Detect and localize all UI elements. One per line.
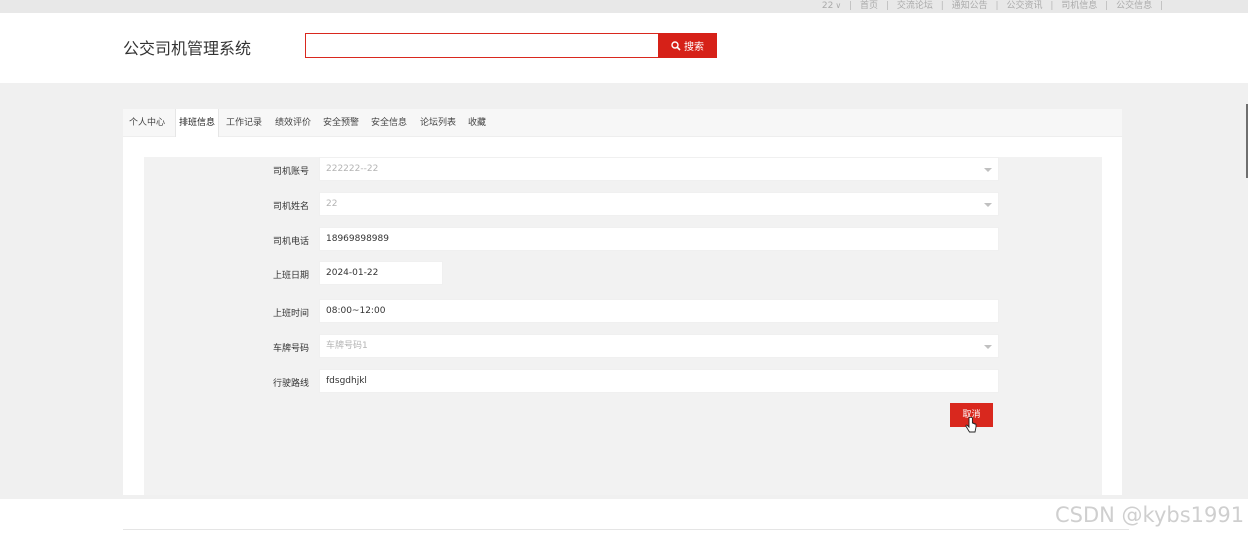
- hand-cursor-icon: [965, 417, 977, 433]
- driver-account-value: 222222--22: [326, 164, 379, 174]
- dropdown-arrow-icon: [984, 203, 992, 207]
- driver-name-label: 司机姓名: [272, 202, 309, 212]
- nav-link-home[interactable]: 首页: [860, 0, 878, 11]
- divider: |: [885, 1, 889, 11]
- tab-favorites[interactable]: 收藏: [468, 109, 486, 137]
- plate-number-select[interactable]: 车牌号码1: [319, 334, 999, 358]
- nav-link-bus-info[interactable]: 公交信息: [1116, 0, 1152, 11]
- route-label: 行驶路线: [272, 379, 309, 389]
- work-date-label: 上班日期: [272, 271, 309, 281]
- divider: |: [1050, 1, 1054, 11]
- tab-safety-info[interactable]: 安全信息: [371, 109, 407, 137]
- plate-number-value: 车牌号码1: [326, 341, 368, 351]
- tab-work-records[interactable]: 工作记录: [226, 109, 262, 137]
- schedule-form: 司机账号 222222--22 司机姓名 22 司机电话 18969898989…: [144, 157, 1102, 495]
- driver-name-select[interactable]: 22: [319, 192, 999, 216]
- search-button[interactable]: 搜索: [658, 33, 717, 58]
- divider: |: [940, 1, 944, 11]
- divider: [123, 529, 1129, 530]
- driver-name-value: 22: [326, 199, 338, 209]
- divider: |: [849, 1, 853, 11]
- plate-number-label: 车牌号码: [272, 344, 309, 354]
- top-links: 22 ∨ | 首页 | 交流论坛 | 通知公告 | 公交资讯 | 司机信息 | 公…: [822, 0, 1168, 11]
- work-date-input[interactable]: 2024-01-22: [319, 261, 443, 285]
- user-menu[interactable]: 22 ∨: [822, 1, 841, 11]
- watermark: CSDN @kybs1991: [1055, 503, 1245, 527]
- driver-account-label: 司机账号: [272, 167, 309, 177]
- tab-forum-list[interactable]: 论坛列表: [420, 109, 456, 137]
- divider: |: [995, 1, 999, 11]
- tab-performance[interactable]: 绩效评价: [275, 109, 311, 137]
- driver-account-select[interactable]: 222222--22: [319, 157, 999, 181]
- user-name: 22: [821, 1, 834, 11]
- divider: |: [1105, 1, 1109, 11]
- work-time-label: 上班时间: [272, 309, 309, 319]
- work-time-input[interactable]: 08:00~12:00: [319, 299, 999, 323]
- nav-link-news[interactable]: 公交资讯: [1006, 0, 1042, 11]
- route-input[interactable]: fdsgdhjkl: [319, 369, 999, 393]
- chevron-down-icon: ∨: [835, 1, 842, 10]
- tab-personal-center[interactable]: 个人中心: [129, 109, 165, 137]
- top-utility-bar: 22 ∨ | 首页 | 交流论坛 | 通知公告 | 公交资讯 | 司机信息 | 公…: [0, 0, 1248, 13]
- nav-link-notices[interactable]: 通知公告: [952, 0, 988, 11]
- site-title: 公交司机管理系统: [123, 39, 252, 58]
- header: 公交司机管理系统 搜索: [0, 13, 1248, 83]
- content-panel: 个人中心 排班信息 工作记录 绩效评价 安全预警 安全信息 论坛列表 收藏 司机…: [123, 109, 1122, 495]
- nav-link-drivers[interactable]: 司机信息: [1061, 0, 1097, 11]
- search-icon: [671, 40, 681, 51]
- divider: |: [1159, 1, 1163, 11]
- search-input[interactable]: [305, 33, 659, 58]
- driver-phone-input[interactable]: 18969898989: [319, 227, 999, 251]
- tab-schedule-info[interactable]: 排班信息: [175, 109, 220, 137]
- nav-link-forum[interactable]: 交流论坛: [897, 0, 933, 11]
- dropdown-arrow-icon: [984, 345, 992, 349]
- driver-phone-label: 司机电话: [272, 237, 309, 247]
- tab-bar: 个人中心 排班信息 工作记录 绩效评价 安全预警 安全信息 论坛列表 收藏: [123, 109, 1122, 137]
- dropdown-arrow-icon: [984, 168, 992, 172]
- search-button-label: 搜索: [684, 42, 704, 53]
- tab-safety-warning[interactable]: 安全预警: [323, 109, 359, 137]
